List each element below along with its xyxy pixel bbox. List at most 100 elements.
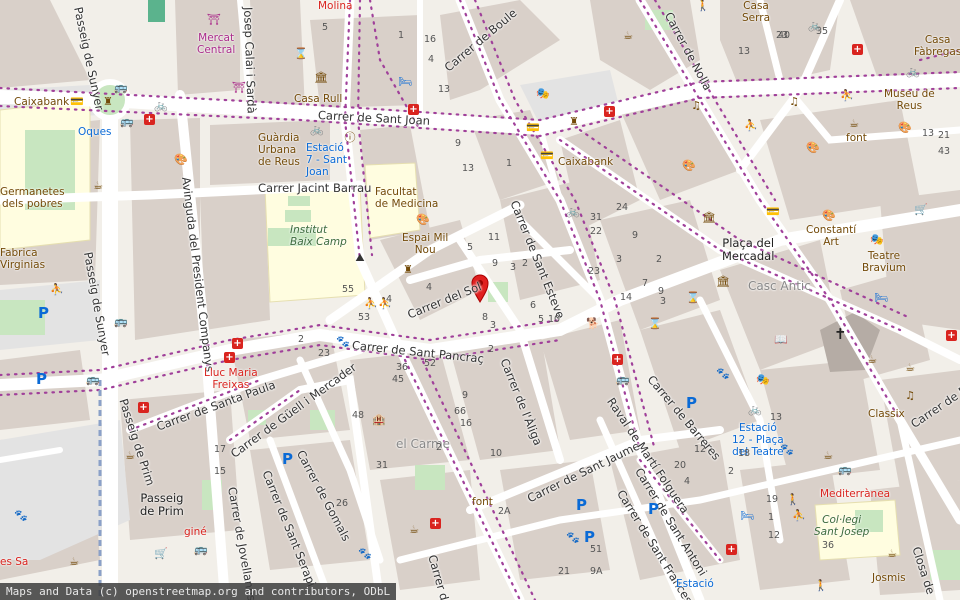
pharmacy-icon[interactable]: + <box>852 44 863 55</box>
playground-icon[interactable]: ⛹ <box>378 298 392 310</box>
cafe-icon[interactable]: ☕ <box>904 362 916 374</box>
dog-park-icon[interactable]: 🐕 <box>586 318 600 330</box>
pharmacy-icon[interactable]: + <box>430 518 441 529</box>
poi-molina[interactable]: Molina <box>318 0 352 12</box>
palette-icon[interactable]: 🎨 <box>416 214 430 226</box>
playground-icon[interactable]: ⛹ <box>364 298 378 310</box>
map-attribution[interactable]: Maps and Data (c) openstreetmap.org and … <box>0 583 397 600</box>
bank-icon[interactable]: 💳 <box>526 122 540 134</box>
bus-stop-icon[interactable]: 🚌 <box>120 116 134 128</box>
poi-institut[interactable]: Institut Baix Camp <box>290 224 347 248</box>
walking-icon[interactable]: 🚶 <box>696 0 710 12</box>
bed-icon[interactable]: 🛏 <box>398 76 412 88</box>
bus-stop-icon[interactable]: 🚌 <box>114 82 128 94</box>
poi-passeig-prim[interactable]: Passeig de Prim <box>140 491 184 518</box>
poi-germanetes[interactable]: Germanetes dels pobres <box>0 186 65 210</box>
parking-icon[interactable]: P <box>584 528 595 546</box>
cafe-icon[interactable]: ☕ <box>622 30 634 42</box>
poi-lluc-maria[interactable]: Lluc Maria Freixas <box>204 367 258 391</box>
pet-icon[interactable]: 🐾 <box>716 368 730 380</box>
music-icon[interactable]: ♫ <box>904 390 916 402</box>
bed-icon[interactable]: 🏨 <box>372 414 386 426</box>
pharmacy-icon[interactable]: + <box>604 106 615 117</box>
pharmacy-icon[interactable]: + <box>224 352 235 363</box>
cafe-icon[interactable]: ☕ <box>886 548 898 560</box>
bicycle-icon[interactable]: 🚲 <box>906 66 920 78</box>
poi-constanti-art[interactable]: Constantí Art <box>806 224 856 248</box>
parking-icon[interactable]: P <box>282 450 293 468</box>
parking-icon[interactable]: P <box>38 304 49 322</box>
playground-icon[interactable]: ⛹ <box>840 90 854 102</box>
cafe-icon[interactable]: ☕ <box>866 354 878 366</box>
pet-icon[interactable]: 🐾 <box>566 532 580 544</box>
theatre-icon[interactable]: 🎭 <box>536 88 550 100</box>
poi-caixabank-left[interactable]: Caixabank <box>14 96 69 108</box>
poi-fabrica-virginias[interactable]: Fabrica Virginias <box>0 247 45 271</box>
shop-icon[interactable]: 🛒 <box>914 204 928 216</box>
playground-icon[interactable]: ⛹ <box>50 284 64 296</box>
pet-icon[interactable]: 🐾 <box>780 444 794 456</box>
poi-facultat-medicina[interactable]: Facultat de Medicina <box>375 186 438 210</box>
museum-icon[interactable]: 🏛 <box>716 276 730 288</box>
poi-col-legi[interactable]: Col·legi Sant Josep <box>814 514 869 538</box>
bank-icon[interactable]: 💳 <box>70 96 84 108</box>
bicycle-icon[interactable]: 🚲 <box>566 206 580 218</box>
poi-teatre-bravium[interactable]: Teatre Bravium <box>862 250 906 274</box>
palette-icon[interactable]: 🎨 <box>898 122 912 134</box>
pet-icon[interactable]: 🐾 <box>358 548 372 560</box>
bicycle-icon[interactable]: 🚲 <box>310 124 324 136</box>
marketplace-icon[interactable]: ⛩ <box>232 82 246 94</box>
cafe-icon[interactable]: ☕ <box>92 180 104 192</box>
poi-estacio-bottom[interactable]: Estació <box>676 578 714 590</box>
bus-stop-icon[interactable]: 🚌 <box>616 374 630 386</box>
library-icon[interactable]: 📖 <box>774 334 788 346</box>
theatre-icon[interactable]: 🎭 <box>756 374 770 386</box>
pharmacy-icon[interactable]: + <box>946 330 957 341</box>
bank-icon[interactable]: 💳 <box>540 150 554 162</box>
parking-icon[interactable]: P <box>576 496 587 514</box>
bicycle-icon[interactable]: 🚲 <box>748 404 762 416</box>
walking-icon[interactable]: 🚶 <box>786 494 800 506</box>
palette-icon[interactable]: 🎨 <box>822 210 836 222</box>
pharmacy-icon[interactable]: + <box>144 114 155 125</box>
pharmacy-icon[interactable]: + <box>138 402 149 413</box>
bus-stop-icon[interactable]: 🚌 <box>838 464 852 476</box>
bicycle-icon[interactable]: 🚲 <box>154 100 168 112</box>
pet-icon[interactable]: 🐾 <box>14 510 28 522</box>
parking-icon[interactable]: P <box>36 370 47 388</box>
palette-icon[interactable]: 🎨 <box>682 160 696 172</box>
poi-font-bottom[interactable]: font <box>472 496 493 508</box>
poi-gine[interactable]: giné <box>184 526 207 538</box>
poi-oques[interactable]: Oques <box>78 126 112 138</box>
palette-icon[interactable]: 🎨 <box>806 142 820 154</box>
poi-mercat-central[interactable]: Mercat Central <box>197 32 235 56</box>
walking-icon[interactable]: 🚶 <box>814 580 828 592</box>
poi-estacio-7[interactable]: Estació 7 - Sant Joan <box>306 142 347 178</box>
bank-icon[interactable]: 💳 <box>766 206 780 218</box>
bed-icon[interactable]: 🛏 <box>874 292 888 304</box>
parking-icon[interactable]: P <box>686 394 697 412</box>
parking-icon[interactable]: P <box>648 500 659 518</box>
playground-icon[interactable]: ⛹ <box>792 510 806 522</box>
cafe-icon[interactable]: ☕ <box>124 450 136 462</box>
cafe-icon[interactable]: ☕ <box>822 450 834 462</box>
poi-museu-reus[interactable]: Museu de Reus <box>884 88 935 112</box>
poi-caixabank-mid[interactable]: Caixabank <box>558 156 613 168</box>
museum-icon[interactable]: 🏛 <box>702 212 716 224</box>
poi-classix[interactable]: Classix <box>868 408 905 420</box>
pharmacy-icon[interactable]: + <box>726 544 737 555</box>
shop-icon[interactable]: 🛒 <box>154 548 168 560</box>
theatre-icon[interactable]: 🎭 <box>870 234 884 246</box>
pet-icon[interactable]: 🐾 <box>336 336 350 348</box>
palette-icon[interactable]: 🎨 <box>174 154 188 166</box>
music-icon[interactable]: ♫ <box>788 96 800 108</box>
poi-casa-serra[interactable]: Casa Serra <box>742 0 770 24</box>
poi-ses[interactable]: es Sa <box>0 556 28 568</box>
poi-casa-rull[interactable]: Casa Rull <box>294 93 342 105</box>
bed-icon[interactable]: 🛏 <box>740 510 754 522</box>
pharmacy-icon[interactable]: + <box>408 104 419 115</box>
museum-icon[interactable]: 🏛 <box>314 72 328 84</box>
poi-font-right[interactable]: font <box>846 132 867 144</box>
poi-casa-fabregas[interactable]: Casa Fàbregas <box>914 34 960 58</box>
bus-stop-icon[interactable]: 🚌 <box>114 316 128 328</box>
